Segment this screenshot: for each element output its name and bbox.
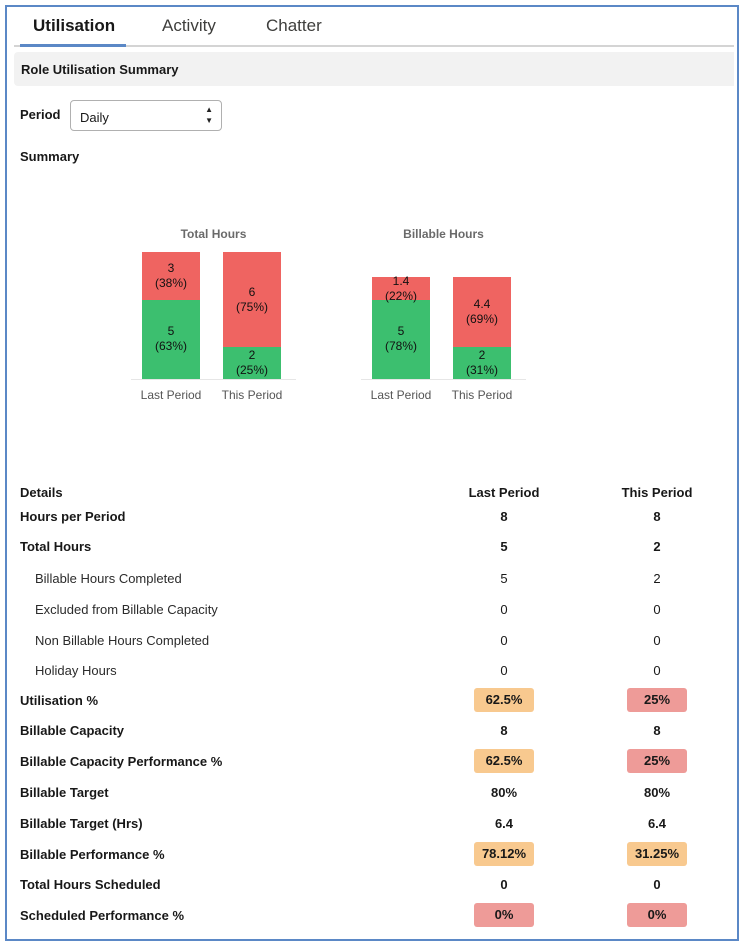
cell-value: 5	[500, 571, 508, 586]
bar-data-label: 2	[478, 348, 486, 363]
cell-value: 0	[500, 602, 508, 617]
cell-value: 8	[653, 723, 661, 738]
cell-value: 80%	[643, 785, 671, 800]
bar-segment-completed[interactable]: 2 (31%)	[453, 347, 511, 379]
tab-activity[interactable]: Activity	[162, 16, 216, 36]
x-tick-label: This Period	[451, 388, 513, 402]
tab-utilisation[interactable]: Utilisation	[33, 16, 115, 36]
bar-segment-remaining[interactable]: 4.4 (69%)	[453, 277, 511, 348]
bar-data-label: (38%)	[154, 275, 187, 290]
status-badge: 62.5%	[474, 749, 534, 773]
row-label: Total Hours Scheduled	[20, 877, 161, 892]
status-badge: 78.12%	[474, 842, 534, 866]
period-label: Period	[20, 107, 61, 122]
row-label: Billable Capacity	[20, 723, 125, 738]
active-tab-indicator	[20, 44, 126, 47]
period-select[interactable]: Daily ▲ ▼	[70, 100, 222, 131]
x-tick-label: Last Period	[140, 388, 202, 402]
bar-data-label: 4.4	[473, 297, 491, 312]
bar-data-label: (75%)	[235, 299, 268, 314]
row-label: Billable Target	[20, 785, 109, 800]
details-heading: Details	[20, 485, 63, 500]
bar-data-label: (22%)	[384, 288, 417, 303]
x-axis-line	[131, 379, 296, 380]
row-label: Excluded from Billable Capacity	[35, 602, 218, 617]
bar-data-label: 5	[167, 324, 175, 339]
cell-value: 6.4	[647, 816, 667, 831]
total-hours-chart: Total Hours 5 (63%) 3 (38%) Last Period 2 (25%…	[131, 226, 296, 406]
chart-title: Total Hours	[180, 227, 247, 241]
cell-value: 0	[653, 602, 661, 617]
col-header-last-period: Last Period	[468, 485, 540, 500]
bar-data-label: (63%)	[154, 339, 187, 354]
row-label: Scheduled Performance %	[20, 908, 184, 923]
bar-data-label: (78%)	[384, 339, 417, 354]
chart-title: Billable Hours	[403, 227, 484, 241]
cell-value: 8	[653, 509, 661, 524]
tab-bar: Utilisation Activity Chatter	[14, 8, 734, 47]
row-label: Total Hours	[20, 539, 92, 554]
bar-segment-completed[interactable]: 5 (63%)	[142, 299, 200, 379]
status-badge: 62.5%	[474, 688, 534, 712]
tab-chatter[interactable]: Chatter	[266, 16, 322, 36]
x-tick-label: Last Period	[370, 388, 432, 402]
cell-value: 8	[500, 509, 508, 524]
row-label: Billable Capacity Performance %	[20, 754, 223, 769]
cell-value: 5	[500, 539, 508, 554]
bar-segment-remaining[interactable]: 3 (38%)	[142, 252, 200, 300]
bar-data-label: 3	[167, 260, 175, 275]
cell-value: 6.4	[494, 816, 514, 831]
cell-value: 0	[500, 633, 508, 648]
cell-value: 0	[653, 663, 661, 678]
cell-value: 0	[500, 663, 508, 678]
bar-data-label: 2	[248, 348, 256, 363]
bar-segment-remaining[interactable]: 6 (75%)	[223, 252, 281, 348]
cell-value: 0	[500, 877, 508, 892]
bar-data-label: (25%)	[235, 363, 268, 378]
status-badge: 25%	[627, 688, 687, 712]
status-badge: 0%	[627, 903, 687, 927]
status-badge: 25%	[627, 749, 687, 773]
cell-value: 0	[653, 877, 661, 892]
summary-label: Summary	[20, 149, 80, 164]
row-label: Holiday Hours	[35, 663, 117, 678]
row-label: Hours per Period	[20, 509, 126, 524]
bar-segment-completed[interactable]: 5 (78%)	[372, 299, 430, 379]
period-select-value: Daily	[80, 110, 109, 125]
cell-value: 2	[653, 571, 661, 586]
cell-value: 2	[653, 539, 661, 554]
row-label: Utilisation %	[20, 693, 99, 708]
col-header-this-period: This Period	[621, 485, 693, 500]
bar-data-label: 1.4	[392, 273, 410, 288]
billable-hours-chart: Billable Hours 5 (78%) 1.4 (22%) Last Period…	[361, 226, 526, 406]
x-axis-line	[361, 379, 526, 380]
bar-data-label: (31%)	[465, 363, 498, 378]
bar-segment-remaining[interactable]: 1.4 (22%)	[372, 273, 430, 303]
section-title: Role Utilisation Summary	[21, 62, 179, 77]
section-header: Role Utilisation Summary	[14, 52, 734, 86]
row-label: Billable Target (Hrs)	[20, 816, 143, 831]
row-label: Billable Performance %	[20, 847, 165, 862]
bar-data-label: 5	[397, 324, 405, 339]
status-badge: 0%	[474, 903, 534, 927]
x-tick-label: This Period	[221, 388, 283, 402]
cell-value: 80%	[490, 785, 518, 800]
select-arrows-icon: ▲ ▼	[205, 105, 213, 125]
record-panel	[5, 5, 739, 941]
cell-value: 8	[500, 723, 508, 738]
row-label: Billable Hours Completed	[35, 571, 182, 586]
bar-data-label: 6	[248, 284, 256, 299]
row-label: Non Billable Hours Completed	[35, 633, 210, 648]
bar-data-label: (69%)	[465, 312, 498, 327]
cell-value: 0	[653, 633, 661, 648]
status-badge: 31.25%	[627, 842, 687, 866]
bar-segment-completed[interactable]: 2 (25%)	[223, 347, 281, 379]
